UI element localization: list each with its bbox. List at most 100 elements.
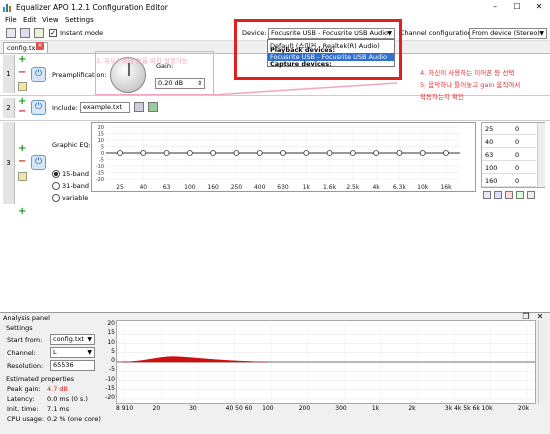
menu-settings[interactable]: Settings: [65, 16, 94, 24]
analysis-scrollbar[interactable]: [538, 320, 546, 404]
radio-31-band-label: 31-band: [62, 182, 89, 190]
eq-y-tick-label: -15: [96, 171, 104, 177]
eq-band-handle: [303, 150, 310, 156]
eq-x-tick-label: 40: [139, 184, 147, 191]
eq-band-handle: [256, 150, 263, 156]
radio-variable-label: variable: [62, 194, 89, 202]
band-gain[interactable]: 0: [515, 138, 519, 146]
save-icon[interactable]: [483, 191, 491, 199]
eq-band-handle: [326, 150, 333, 156]
import-icon[interactable]: [494, 191, 502, 199]
invert-icon[interactable]: [516, 191, 524, 199]
radio-15-band[interactable]: [52, 170, 60, 178]
resolution-value: 65536: [53, 361, 74, 369]
eq-x-tick-label: 2.5k: [346, 184, 360, 191]
start-from-select[interactable]: config.txt ▼: [50, 334, 95, 345]
remove-filter-icon[interactable]: −: [18, 68, 26, 78]
save-icon[interactable]: [20, 28, 30, 38]
close-button[interactable]: ✕: [528, 0, 550, 14]
analysis-y-tick-label: 0: [111, 357, 115, 364]
band-freq[interactable]: 40: [485, 138, 493, 146]
eq-x-tick-label: 400: [254, 184, 266, 191]
normalize-icon[interactable]: [527, 191, 535, 199]
add-filter-icon[interactable]: +: [18, 55, 26, 65]
edit-icon[interactable]: [18, 172, 27, 181]
chevron-down-icon: ▼: [87, 336, 92, 343]
cpu-usage-value: 0.2 % (one core): [47, 415, 101, 423]
instant-mode-checkbox[interactable]: ✓: [49, 29, 57, 37]
latency-label: Latency:: [7, 395, 35, 403]
menu-file[interactable]: File: [5, 16, 17, 24]
channel-select[interactable]: L ▼: [50, 347, 95, 358]
band-gain[interactable]: 0: [515, 125, 519, 133]
maximize-button[interactable]: ☐: [506, 0, 528, 14]
analysis-x-tick-label: 10k: [481, 405, 493, 412]
add-filter-icon[interactable]: +: [18, 144, 26, 154]
analysis-x-tick-label: 20k: [518, 405, 530, 412]
power-icon[interactable]: ⏻: [31, 155, 46, 170]
eq-y-tick-label: 15: [98, 132, 104, 138]
analysis-panel-title: Analysis panel: [3, 314, 50, 322]
include-file-value: example.txt: [83, 103, 122, 111]
band-table-scrollbar[interactable]: [537, 123, 545, 187]
settings-label: Settings: [6, 324, 33, 332]
band-table-tools: [483, 191, 545, 200]
resolution-input[interactable]: 65536: [50, 360, 95, 371]
radio-variable[interactable]: [52, 194, 60, 202]
edit-icon[interactable]: [18, 82, 27, 91]
power-icon[interactable]: ⏻: [31, 67, 46, 82]
save-icon[interactable]: [134, 102, 144, 112]
remove-filter-icon[interactable]: −: [18, 107, 26, 117]
reset-icon[interactable]: [505, 191, 513, 199]
analysis-x-tick-label: 30: [189, 405, 197, 412]
graphic-eq-graph[interactable]: 20 15 10 5 0 -5 -10 -15 -20 25 40 63 100 160 250 400 630…: [91, 122, 476, 192]
band-freq[interactable]: 100: [485, 164, 497, 172]
analysis-y-tick-label: -10: [105, 375, 115, 383]
instant-mode-label: Instant mode: [60, 29, 104, 37]
analysis-x-tick-label: 100: [262, 405, 274, 412]
channel-config-select[interactable]: From device (Stereo) ▼: [469, 28, 547, 39]
analysis-y-tick-label: 15: [107, 329, 115, 337]
graphic-eq-label: Graphic EQ:: [52, 141, 91, 149]
menu-view[interactable]: View: [42, 16, 59, 24]
band-freq[interactable]: 160: [485, 177, 497, 185]
analysis-graph[interactable]: [116, 320, 536, 404]
red-annotation-3: 작동하는지 확인: [420, 93, 464, 101]
add-filter-icon[interactable]: +: [18, 207, 26, 217]
analysis-x-tick-label: 2k: [408, 405, 416, 412]
analysis-y-tick-label: -20: [105, 394, 115, 401]
channel-config-value: From device (Stereo): [472, 29, 540, 37]
eq-band-handle: [349, 150, 356, 156]
band-freq[interactable]: 63: [485, 151, 493, 159]
eq-x-tick-label: 10k: [417, 184, 429, 191]
menu-edit[interactable]: Edit: [23, 16, 37, 24]
eq-x-tick-label: 16k: [440, 184, 452, 191]
eq-band-handle: [419, 150, 426, 156]
power-icon[interactable]: ⏻: [31, 100, 46, 115]
open-file-icon[interactable]: [148, 102, 158, 112]
new-file-icon[interactable]: [6, 28, 16, 38]
include-file-input[interactable]: example.txt: [80, 102, 130, 113]
red-highlight-box: [234, 19, 402, 80]
red-annotation-2: 5. 음악하나 틀어놓고 gain 움직여서: [420, 81, 521, 89]
band-freq[interactable]: 25: [485, 125, 493, 133]
band-gain[interactable]: 0: [515, 151, 519, 159]
pink-arrow: [212, 82, 398, 96]
band-gain[interactable]: 0: [515, 164, 519, 172]
row-number-1: 1: [3, 55, 15, 93]
chevron-down-icon: ▼: [539, 30, 544, 37]
row-divider: [0, 120, 550, 121]
eq-y-tick-label: 0: [101, 151, 104, 157]
save-all-icon[interactable]: [34, 28, 44, 38]
eq-y-tick-label: -5: [99, 158, 104, 164]
radio-31-band[interactable]: [52, 182, 60, 190]
eq-band-handle: [117, 150, 123, 156]
init-time-label: Init. time:: [7, 405, 39, 413]
tab-close-icon[interactable]: ✕: [36, 42, 44, 50]
peak-gain-value: 4.7 dB: [47, 385, 68, 393]
minimize-button[interactable]: –: [484, 0, 506, 14]
eq-band-handle: [233, 150, 240, 156]
remove-filter-icon[interactable]: −: [18, 157, 26, 167]
band-gain[interactable]: 0: [515, 177, 519, 185]
radio-15-band-label: 15-band: [62, 170, 89, 178]
